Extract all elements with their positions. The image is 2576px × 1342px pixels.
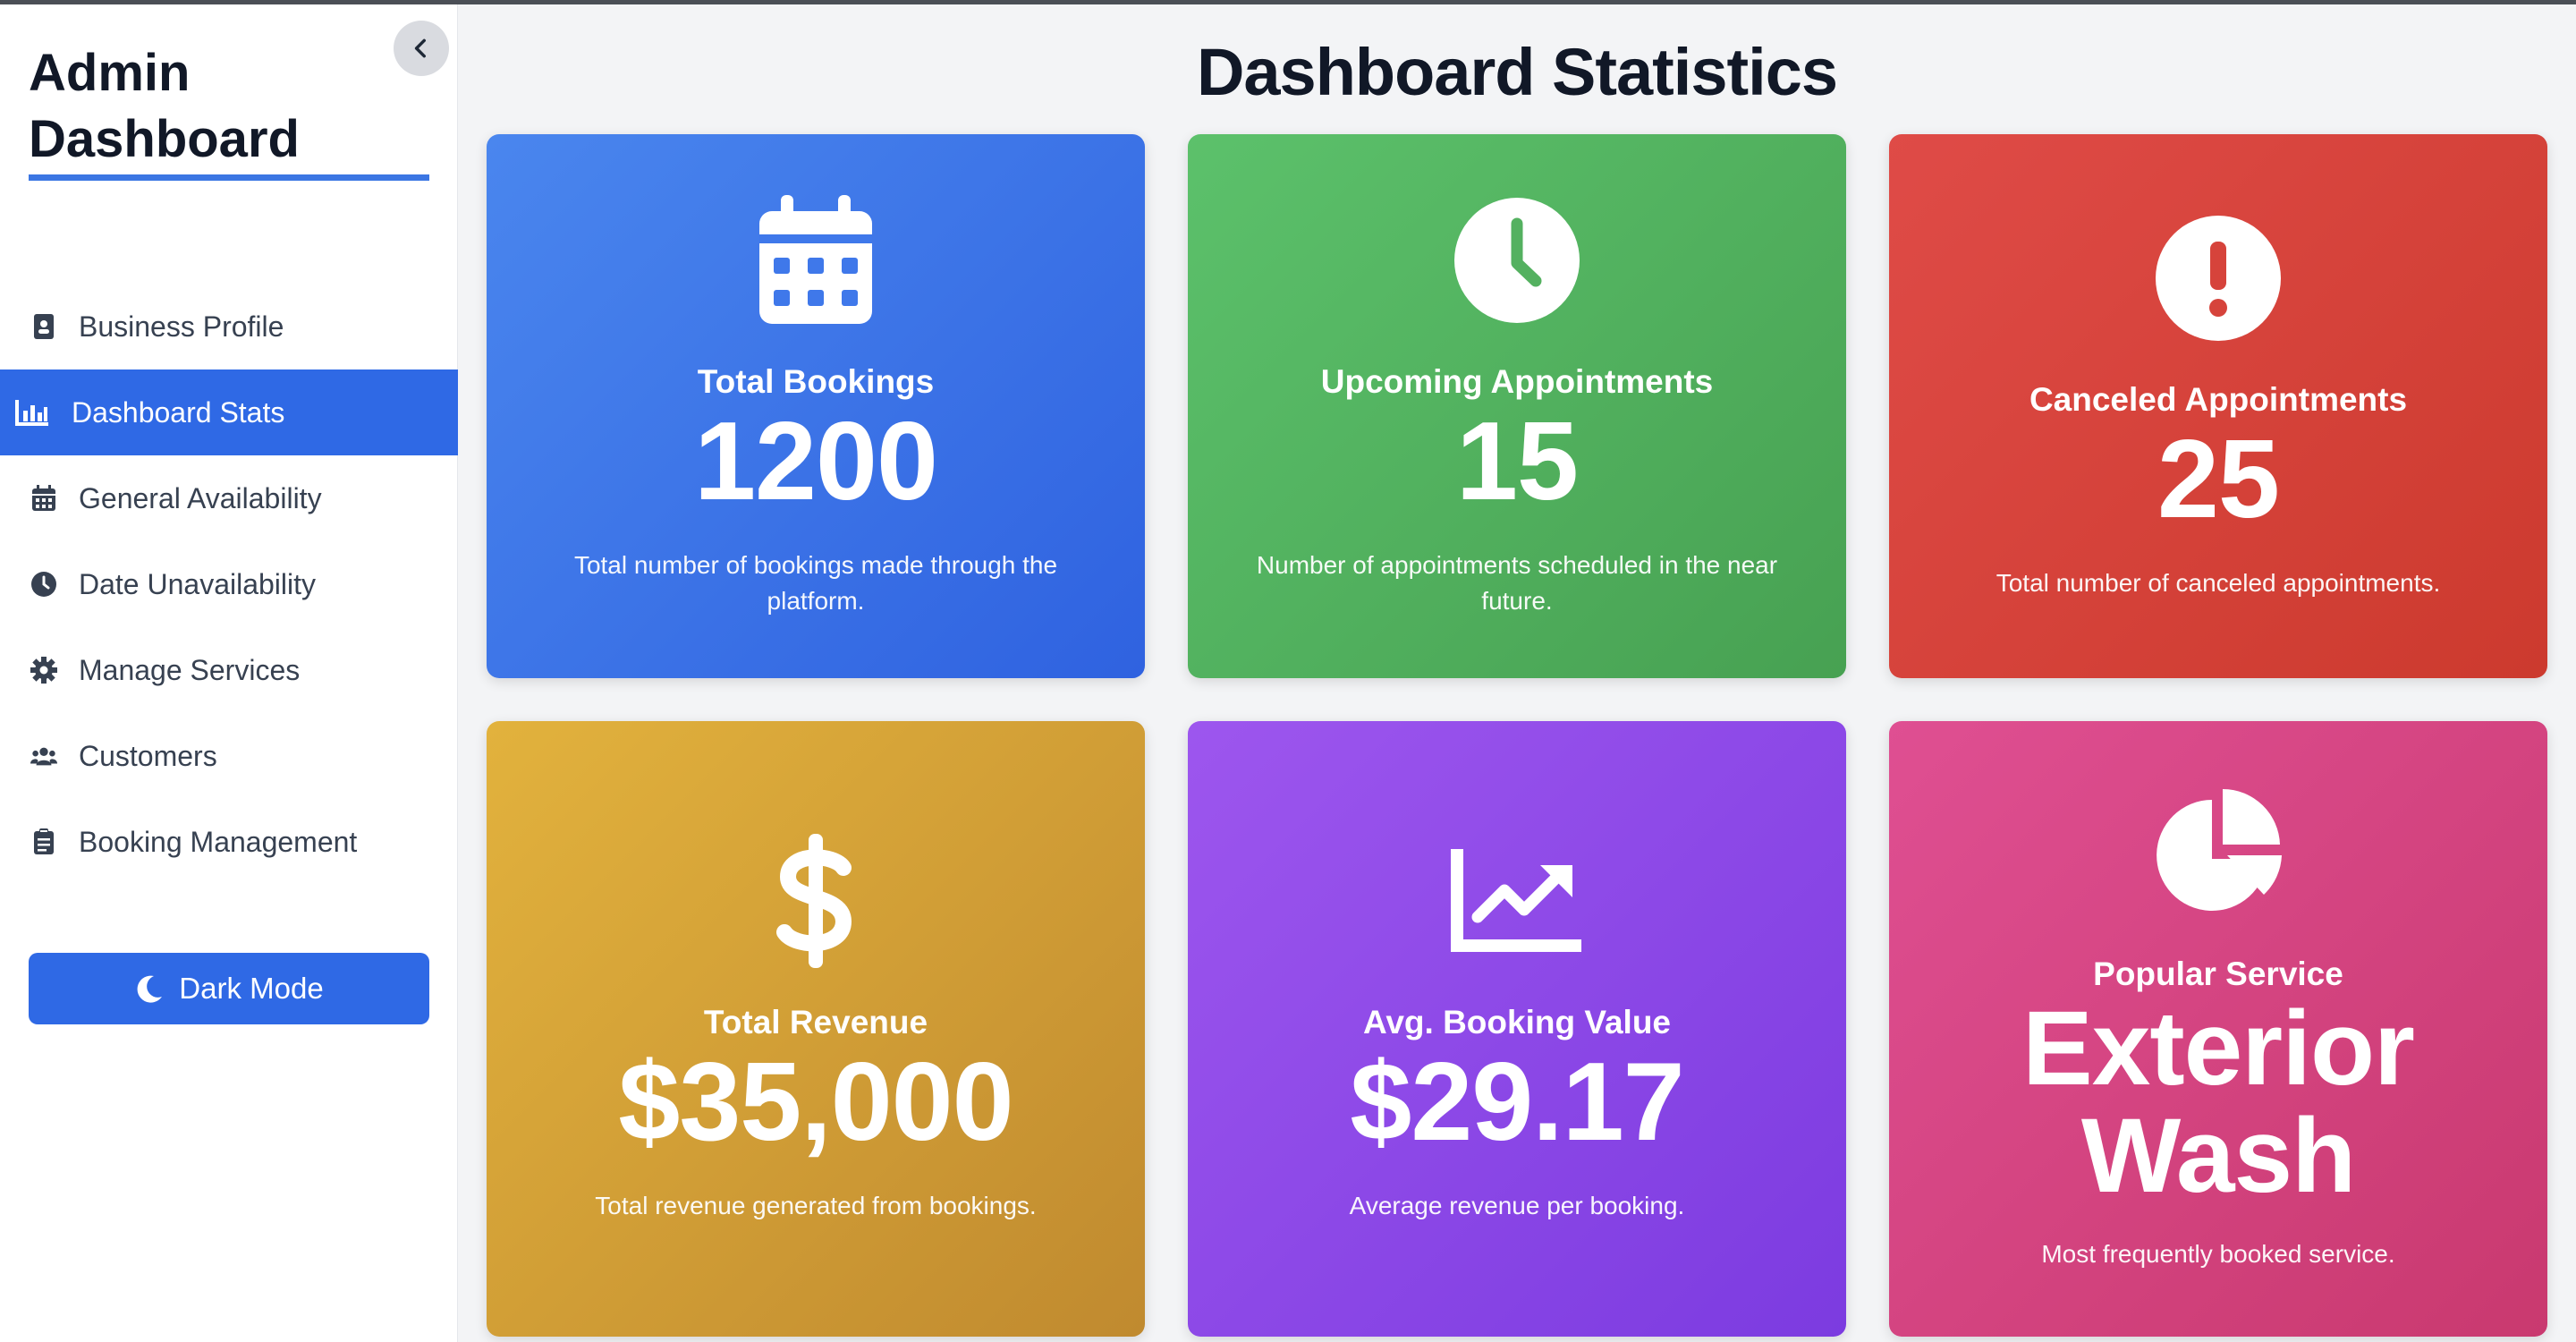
card-value: 15 — [1456, 400, 1579, 523]
dollar-icon — [749, 834, 883, 968]
card-title: Popular Service — [2093, 956, 2343, 992]
sidebar-item-label: Manage Services — [79, 653, 301, 686]
card-value: 25 — [2157, 418, 2280, 541]
card-description: Total number of bookings made through th… — [573, 551, 1058, 615]
calendar-icon — [30, 485, 57, 512]
sidebar-item-label: Customers — [79, 739, 217, 772]
clock-icon — [30, 571, 57, 598]
pie-chart-icon — [2151, 786, 2285, 920]
dark-mode-button[interactable]: Dark Mode — [29, 953, 429, 1024]
card-description: Average revenue per booking. — [1349, 1192, 1685, 1219]
calendar-icon — [749, 193, 883, 327]
sidebar: Admin Dashboard Business Profile Dashboa… — [0, 4, 458, 1342]
sidebar-item-manage-services[interactable]: Manage Services — [0, 627, 458, 713]
card-value: $29.17 — [1350, 1040, 1684, 1164]
sidebar-title: Admin Dashboard — [29, 44, 300, 168]
dark-mode-label: Dark Mode — [179, 972, 324, 1005]
sidebar-item-business-profile[interactable]: Business Profile — [0, 284, 458, 369]
gear-icon — [30, 657, 57, 684]
stat-card-avg-booking-value: Avg. Booking Value $29.17 Average revenu… — [1188, 721, 1846, 1337]
sidebar-item-label: Dashboard Stats — [72, 395, 285, 429]
stat-card-total-bookings: Total Bookings 1200 Total number of book… — [487, 134, 1145, 678]
bar-chart-icon — [14, 399, 50, 426]
card-description: Total number of canceled appointments. — [1996, 569, 2441, 597]
sidebar-item-general-availability[interactable]: General Availability — [0, 455, 458, 541]
title-underline — [29, 174, 429, 181]
card-value: Exterior Wash — [2022, 990, 2415, 1215]
stat-card-canceled-appointments: Canceled Appointments 25 Total number of… — [1889, 134, 2547, 678]
stat-card-total-revenue: Total Revenue $35,000 Total revenue gene… — [487, 721, 1145, 1337]
sidebar-item-booking-management[interactable]: Booking Management — [0, 799, 458, 885]
card-title: Total Bookings — [697, 363, 935, 400]
sidebar-item-date-unavailability[interactable]: Date Unavailability — [0, 541, 458, 627]
sidebar-item-dashboard-stats[interactable]: Dashboard Stats — [0, 369, 458, 455]
sidebar-item-label: General Availability — [79, 481, 322, 514]
sidebar-item-customers[interactable]: Customers — [0, 713, 458, 799]
clipboard-icon — [30, 828, 57, 855]
card-title: Avg. Booking Value — [1362, 1004, 1672, 1040]
exclamation-circle-icon — [2151, 211, 2285, 345]
card-description: Most frequently booked service. — [2041, 1240, 2395, 1268]
sidebar-item-label: Business Profile — [79, 310, 284, 343]
card-value: 1200 — [694, 400, 938, 523]
card-description: Number of appointments scheduled in the … — [1256, 551, 1778, 615]
sidebar-nav: Business Profile Dashboard Stats General… — [0, 284, 458, 885]
moon-icon — [134, 973, 165, 1004]
card-value: $35,000 — [618, 1040, 1013, 1164]
card-title: Total Revenue — [703, 1004, 928, 1040]
card-title: Upcoming Appointments — [1320, 363, 1714, 400]
stat-card-popular-service: Popular Service Exterior Wash Most frequ… — [1889, 721, 2547, 1337]
clock-icon — [1450, 193, 1584, 327]
id-badge-icon — [30, 313, 57, 340]
card-title: Canceled Appointments — [2029, 381, 2408, 418]
page-title: Dashboard Statistics — [1196, 35, 1838, 109]
sidebar-item-label: Booking Management — [79, 825, 358, 858]
card-description: Total revenue generated from bookings. — [595, 1192, 1037, 1219]
trend-chart-icon — [1450, 834, 1584, 968]
sidebar-item-label: Date Unavailability — [79, 567, 317, 600]
stat-card-upcoming-appointments: Upcoming Appointments 15 Number of appoi… — [1188, 134, 1846, 678]
users-icon — [30, 743, 57, 769]
